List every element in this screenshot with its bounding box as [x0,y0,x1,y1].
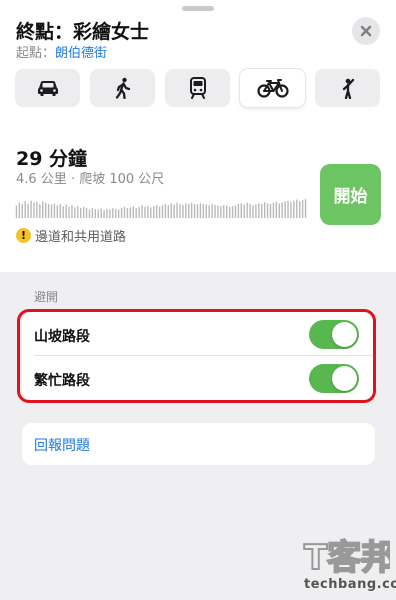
watermark-text: techbang.com [304,577,396,592]
origin-link[interactable]: 朗伯德街 [55,46,107,61]
highlight-annotation-box [17,309,376,403]
sheet-grabber[interactable] [182,6,214,11]
watermark-logo: T客邦 [303,537,390,577]
destination-title: 終點：彩繪女士 [16,21,150,43]
mode-transit-button[interactable] [165,69,230,107]
route-panel: 終點：彩繪女士 起點：朗伯德街 29 分鐘 4.6 公里 · 爬坡 100 公尺… [0,0,396,272]
report-issue-link[interactable]: 回報問題 [34,435,90,455]
warning-icon: ! [16,228,31,243]
start-button[interactable]: 開始 [320,164,381,225]
elevation-profile [15,198,307,218]
route-time: 29 分鐘 [16,148,88,170]
mode-car-button[interactable] [15,69,80,107]
transport-mode-bar [15,69,381,107]
close-icon [360,25,372,37]
route-warning-text: 邊道和共用道路 [35,230,127,245]
mode-walk-button[interactable] [90,69,155,107]
route-details: 4.6 公里 · 爬坡 100 公尺 [16,172,165,187]
train-icon [189,77,206,99]
directions-sheet: 終點：彩繪女士 起點：朗伯德街 29 分鐘 4.6 公里 · 爬坡 100 公尺… [0,0,396,600]
walk-icon [115,77,130,99]
car-icon [37,81,58,96]
origin-line: 起點：朗伯德街 [16,42,107,61]
report-issue-card[interactable]: 回報問題 [22,423,375,465]
close-button[interactable] [352,17,380,45]
route-warning: ! 邊道和共用道路 [16,226,126,245]
avoid-section-title: 避開 [34,290,59,304]
origin-label: 起點： [16,46,56,61]
watermark-logo-text: T客邦 [304,538,390,577]
mode-bicycle-button[interactable] [240,69,305,107]
rideshare-icon [342,78,354,99]
watermark: T客邦 techbang.com [302,533,396,595]
mode-rideshare-button[interactable] [315,69,380,107]
bicycle-icon [256,79,289,98]
